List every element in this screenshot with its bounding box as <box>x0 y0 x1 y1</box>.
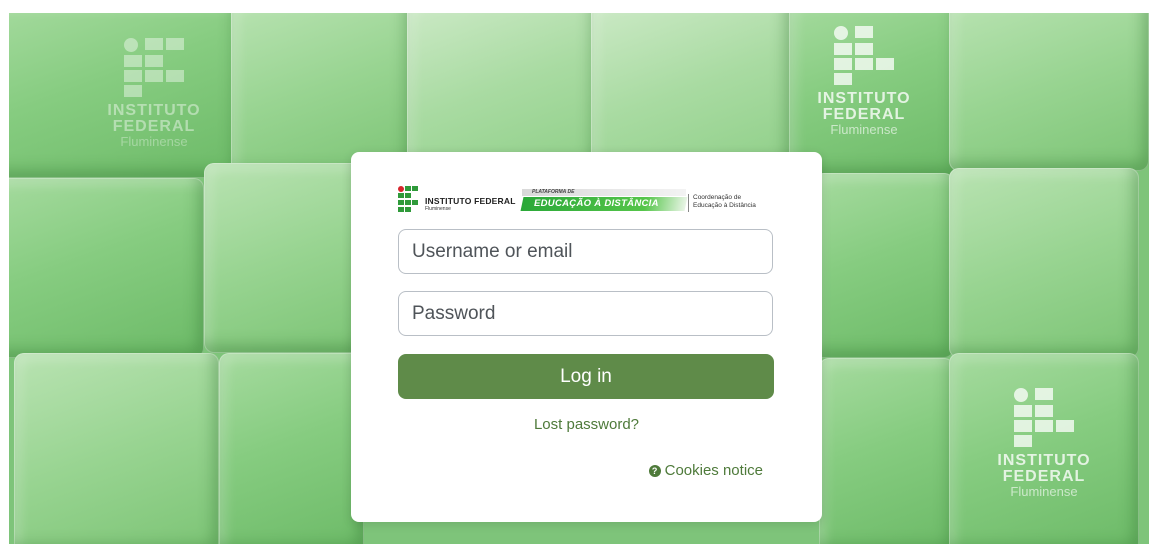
login-button[interactable]: Log in <box>398 354 774 399</box>
bg-cube <box>949 13 1149 171</box>
bg-cube <box>949 168 1139 358</box>
bg-cube <box>219 353 364 544</box>
password-input[interactable] <box>398 291 773 336</box>
bg-cube <box>591 13 791 171</box>
username-input[interactable] <box>398 229 773 274</box>
watermark-logo: INSTITUTO FEDERAL Fluminense <box>99 38 209 149</box>
institution-logo-icon <box>398 186 420 212</box>
question-circle-icon: ? <box>648 464 661 477</box>
cookies-notice-link[interactable]: ? Cookies notice <box>648 462 763 479</box>
bg-cube <box>814 173 954 358</box>
header-logos: INSTITUTO FEDERAL Fluminense PLATAFORMA … <box>398 182 778 216</box>
platform-logo: PLATAFORMA DE EDUCAÇÃO À DISTÂNCIA <box>520 189 688 213</box>
institution-mark-icon <box>124 38 184 97</box>
institution-mark-icon <box>1014 388 1074 447</box>
institution-mark-icon <box>834 26 894 85</box>
watermark-logo: INSTITUTO FEDERAL Fluminense <box>989 388 1099 499</box>
platform-name: EDUCAÇÃO À DISTÂNCIA <box>534 198 659 209</box>
institution-campus: Fluminense <box>425 206 451 212</box>
platform-prefix: PLATAFORMA DE <box>522 189 686 196</box>
bg-cube <box>819 358 954 544</box>
institution-name: INSTITUTO FEDERAL <box>425 196 516 206</box>
bg-cube <box>9 178 204 358</box>
watermark-logo: INSTITUTO FEDERAL Fluminense <box>809 26 919 137</box>
bg-cube <box>14 353 219 544</box>
login-card: INSTITUTO FEDERAL Fluminense PLATAFORMA … <box>351 152 822 522</box>
cookies-notice-label: Cookies notice <box>664 462 763 479</box>
coordination-label: Coordenação de Educação à Distância <box>693 194 756 209</box>
bg-cube <box>407 13 597 171</box>
bg-cube <box>204 163 364 353</box>
lost-password-link[interactable]: Lost password? <box>351 416 822 433</box>
logo-divider <box>688 194 689 212</box>
